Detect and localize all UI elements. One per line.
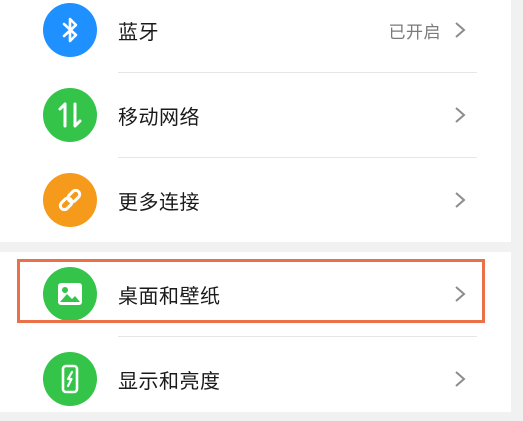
mobile-data-icon [43, 88, 97, 142]
settings-item-label: 蓝牙 [118, 19, 159, 44]
settings-item-label: 桌面和壁纸 [118, 283, 221, 308]
settings-item-label: 更多连接 [118, 189, 200, 214]
bluetooth-icon [43, 3, 97, 57]
chevron-right-icon [455, 286, 466, 302]
connectivity-group: 蓝牙 已开启 移动网络 更多连接 [0, 0, 511, 242]
settings-item-bluetooth[interactable]: 蓝牙 已开启 [0, 0, 511, 72]
chevron-right-icon [455, 192, 466, 208]
display-group: 桌面和壁纸 显示和亮度 [0, 252, 511, 412]
link-icon [43, 173, 97, 227]
settings-item-label: 显示和亮度 [118, 368, 221, 393]
settings-item-more-connections[interactable]: 更多连接 [0, 158, 511, 242]
settings-item-display-brightness[interactable]: 显示和亮度 [0, 337, 511, 421]
settings-item-mobile-network[interactable]: 移动网络 [0, 73, 511, 157]
settings-item-label: 移动网络 [118, 104, 200, 129]
chevron-right-icon [455, 22, 466, 38]
chevron-right-icon [455, 107, 466, 123]
display-brightness-icon [43, 352, 97, 406]
bluetooth-status: 已开启 [388, 22, 441, 43]
wallpaper-icon [43, 267, 97, 321]
settings-item-wallpaper[interactable]: 桌面和壁纸 [0, 252, 511, 336]
chevron-right-icon [455, 371, 466, 387]
